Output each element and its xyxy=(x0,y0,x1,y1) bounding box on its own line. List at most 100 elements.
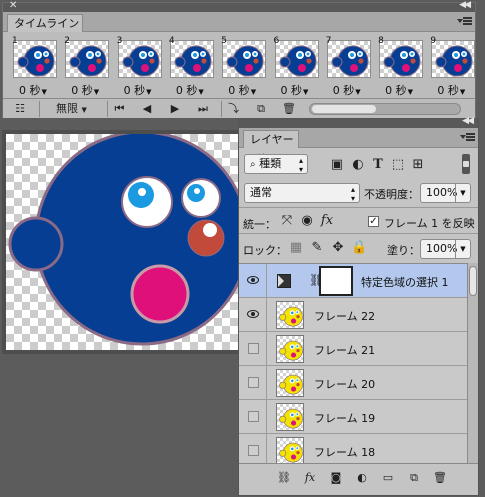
chevron-down-icon[interactable]: ▼ xyxy=(455,240,470,258)
visibility-toggle[interactable] xyxy=(239,332,267,366)
frame-thumbnail[interactable] xyxy=(117,40,162,78)
timeline-titlebar[interactable]: ✕ ◀◀ xyxy=(3,0,475,12)
frame-thumbnail[interactable] xyxy=(65,40,110,78)
timeline-frame[interactable]: 1 0 秒▼ xyxy=(9,34,61,98)
lock-pixels-icon[interactable]: ✎ xyxy=(309,241,325,255)
eye-icon xyxy=(247,310,259,318)
loop-value: 無限 xyxy=(56,102,79,115)
delete-frame-icon[interactable]: 🗑 xyxy=(277,101,301,117)
timeline-frame[interactable]: 4 0 秒▼ xyxy=(166,34,218,98)
timeline-frame[interactable]: 2 0 秒▼ xyxy=(61,34,113,98)
collapse-icon[interactable]: ◀◀ xyxy=(462,116,474,126)
frame-delay-select[interactable]: 0 秒▼ xyxy=(281,82,309,98)
chevron-down-icon[interactable]: ▼ xyxy=(455,184,470,202)
unify-style-icon[interactable]: fx xyxy=(319,214,335,228)
frame-thumbnail[interactable] xyxy=(13,40,57,78)
timeline-frame[interactable]: 7 0 秒▼ xyxy=(323,34,375,98)
layers-scrollbar[interactable] xyxy=(467,263,478,463)
filter-kind-select[interactable]: ⌕ 種類 ▴ ▾ xyxy=(244,154,308,174)
layer-thumbnail[interactable] xyxy=(276,437,304,463)
visibility-toggle[interactable] xyxy=(239,434,267,463)
new-adjustment-icon[interactable]: ◐ xyxy=(353,470,371,486)
filter-shape-icon[interactable]: ⬚ xyxy=(390,158,406,172)
duplicate-frame-icon[interactable]: ⧉ xyxy=(249,101,273,117)
play-button[interactable]: ▶ xyxy=(163,101,187,117)
frame-thumbnail[interactable] xyxy=(222,40,267,78)
layer-row[interactable]: フレーム 18 xyxy=(239,434,467,463)
layer-thumbnail[interactable] xyxy=(276,403,304,431)
frame-thumbnail[interactable] xyxy=(431,40,476,78)
filter-smart-object-icon[interactable]: ⊞ xyxy=(410,158,426,172)
layer-row[interactable]: フレーム 19 xyxy=(239,400,467,434)
visibility-toggle[interactable] xyxy=(239,298,267,332)
filter-type-icon[interactable]: T xyxy=(370,158,386,172)
timeline-frame[interactable]: 9 0 秒▼ xyxy=(427,34,479,98)
frame-delay-select[interactable]: 0 秒▼ xyxy=(176,82,204,98)
layer-row[interactable]: ⛓ 特定色域の選択 1 xyxy=(239,264,467,298)
frame-thumbnail[interactable] xyxy=(326,40,371,78)
collapse-icon[interactable]: ◀◀ xyxy=(459,0,471,10)
blend-mode-select[interactable]: 通常 ▴ ▾ xyxy=(244,183,360,203)
frame-delay-select[interactable]: 0 秒▼ xyxy=(19,82,47,98)
new-layer-icon[interactable]: ⧉ xyxy=(405,470,423,486)
propagate-frame-checkbox[interactable]: ✓ xyxy=(368,216,379,227)
chevron-down-icon: ▼ xyxy=(81,106,87,114)
layer-row[interactable]: フレーム 20 xyxy=(239,366,467,400)
prev-frame-button[interactable]: ◀ xyxy=(135,101,159,117)
link-layers-icon[interactable]: ⛓ xyxy=(275,470,293,486)
layer-style-icon[interactable]: fx xyxy=(301,470,319,486)
scrollbar-thumb[interactable] xyxy=(312,105,376,113)
lock-all-icon[interactable]: 🔒 xyxy=(351,241,367,255)
loop-select[interactable]: 無限 ▼ xyxy=(39,101,103,117)
visibility-toggle[interactable] xyxy=(239,400,267,434)
first-frame-button[interactable]: ⏮ xyxy=(107,101,131,117)
timeline-frame[interactable]: 3 0 秒▼ xyxy=(114,34,166,98)
chevron-down-icon: ▼ xyxy=(459,88,466,96)
add-mask-icon[interactable]: ◙ xyxy=(327,470,345,486)
frame-thumbnail[interactable] xyxy=(274,40,319,78)
tween-icon[interactable]: ⤵ xyxy=(221,101,245,117)
convert-timeline-icon[interactable]: ☷ xyxy=(7,101,33,117)
frame-delay-select[interactable]: 0 秒▼ xyxy=(385,82,413,98)
frame-delay-select[interactable]: 0 秒▼ xyxy=(437,82,465,98)
unify-visibility-icon[interactable]: ◉ xyxy=(299,214,315,228)
next-frame-button[interactable]: ⏭ xyxy=(191,101,215,117)
layer-row[interactable]: フレーム 21 xyxy=(239,332,467,366)
timeline-scrollbar[interactable] xyxy=(309,103,461,115)
frame-thumbnail[interactable] xyxy=(169,40,214,78)
opacity-input[interactable]: 100% ▼ xyxy=(420,183,471,203)
tab-timeline[interactable]: タイムライン xyxy=(7,14,83,32)
close-icon[interactable]: ✕ xyxy=(9,0,17,11)
tab-layers[interactable]: レイヤー✕ xyxy=(243,130,299,163)
frame-thumbnail[interactable] xyxy=(379,40,424,78)
layer-row[interactable]: フレーム 22 xyxy=(239,298,467,332)
delete-layer-icon[interactable]: 🗑 xyxy=(431,470,449,486)
unify-position-icon[interactable]: ⤧ xyxy=(279,214,295,228)
timeline-frame[interactable]: 6 0 秒▼ xyxy=(271,34,323,98)
fill-input[interactable]: 100% ▼ xyxy=(420,239,471,259)
scrollbar-thumb[interactable] xyxy=(469,266,477,296)
canvas[interactable] xyxy=(6,134,238,350)
timeline-frame[interactable]: 8 0 秒▼ xyxy=(375,34,427,98)
lock-position-icon[interactable]: ✥ xyxy=(330,241,346,255)
layers-titlebar[interactable]: ◀◀ xyxy=(239,116,478,128)
frame-delay-select[interactable]: 0 秒▼ xyxy=(71,82,99,98)
filter-toggle[interactable] xyxy=(462,154,470,174)
frame-delay-select[interactable]: 0 秒▼ xyxy=(228,82,256,98)
visibility-toggle[interactable] xyxy=(239,366,267,400)
panel-menu-icon[interactable] xyxy=(460,132,475,144)
frame-delay-select[interactable]: 0 秒▼ xyxy=(333,82,361,98)
layer-thumbnail[interactable] xyxy=(276,301,304,329)
layer-thumbnail[interactable] xyxy=(276,335,304,363)
layer-mask-thumbnail[interactable] xyxy=(319,266,353,296)
frame-delay-value: 0 秒 xyxy=(228,84,250,97)
new-group-icon[interactable]: ▭ xyxy=(379,470,397,486)
frame-delay-select[interactable]: 0 秒▼ xyxy=(124,82,152,98)
timeline-frame[interactable]: 5 0 秒▼ xyxy=(218,34,270,98)
layer-thumbnail[interactable] xyxy=(276,369,304,397)
filter-adjustment-icon[interactable]: ◐ xyxy=(350,158,366,172)
filter-pixel-icon[interactable]: ▣ xyxy=(329,158,345,172)
panel-menu-icon[interactable] xyxy=(457,16,472,28)
lock-transparency-icon[interactable]: ▦ xyxy=(288,241,304,255)
visibility-toggle[interactable] xyxy=(239,264,267,298)
